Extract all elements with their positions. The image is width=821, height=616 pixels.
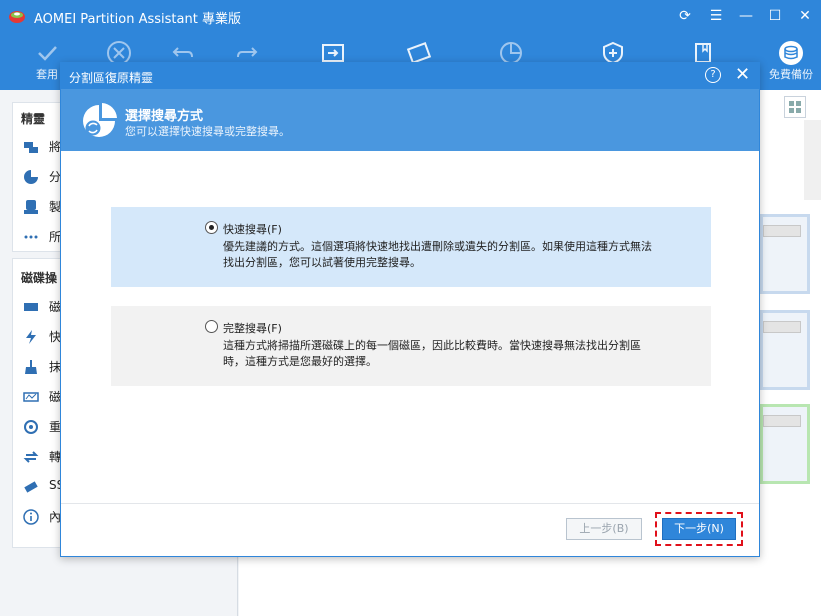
pie-icon [24, 170, 38, 184]
quick-search-radio[interactable] [205, 221, 218, 234]
check-icon [38, 46, 57, 61]
disk-card-2[interactable] [760, 310, 810, 390]
partition-recovery-icon [83, 103, 117, 137]
rebuild-icon [24, 420, 38, 434]
title-bar: AOMEI Partition Assistant 專業版 ⟳ ☰ — ☐ ✕ [0, 0, 821, 32]
app-logo-icon [9, 11, 25, 23]
full-search-label: 完整搜尋(F) [223, 322, 282, 335]
free-backup-button[interactable]: 免費備份 [762, 36, 820, 86]
brush-icon [25, 360, 37, 374]
full-search-radio[interactable] [205, 320, 218, 333]
disk-icon [24, 303, 38, 311]
more-icon [24, 235, 38, 239]
step-subtitle: 您可以選擇快速搜尋或完整搜尋。 [125, 125, 290, 138]
convert-icon [23, 451, 39, 463]
full-search-description: 這種方式將掃描所選磁碟上的每一個磁區，因此比較費時。當快速搜尋無法找出分割區時，… [223, 339, 641, 368]
quick-search-option[interactable]: 快速搜尋(F) 優先建議的方式。這個選項將快速地找出遭刪除或遺失的分割區。如果使… [111, 207, 711, 287]
disk-card-1[interactable] [760, 214, 810, 294]
disk-copy-icon [24, 142, 38, 153]
dialog-close-button[interactable]: ✕ [735, 65, 750, 85]
disk-wave-icon [23, 392, 39, 402]
previous-button[interactable]: 上一步(B) [566, 518, 642, 540]
quick-search-label: 快速搜尋(F) [223, 223, 282, 236]
grid-icon [789, 101, 801, 113]
usb-icon [24, 200, 38, 214]
dialog-header: 選擇搜尋方式 您可以選擇快速搜尋或完整搜尋。 [61, 89, 759, 151]
partition-recovery-dialog: 分割區復原精靈 ? ✕ 選擇搜尋方式 您可以選擇快速搜尋或完整搜尋。 快速搜尋(… [60, 62, 760, 557]
app-title: AOMEI Partition Assistant 專業版 [34, 12, 241, 27]
info-icon [23, 509, 39, 525]
menu-icon[interactable]: ☰ [706, 6, 726, 26]
refresh-icon[interactable]: ⟳ [675, 6, 695, 26]
lightning-icon [26, 330, 36, 344]
disk-ops-section-title: 磁碟操 [21, 271, 58, 285]
minimize-button[interactable]: — [736, 6, 756, 26]
full-search-option[interactable]: 完整搜尋(F) 這種方式將掃描所選磁碟上的每一個磁區，因此比較費時。當快速搜尋無… [111, 306, 711, 386]
view-toggle-button[interactable] [784, 96, 806, 118]
dialog-title-bar: 分割區復原精靈 ? ✕ [61, 63, 759, 89]
vertical-scrollbar[interactable] [804, 120, 821, 200]
dialog-title: 分割區復原精靈 [69, 71, 154, 85]
footer-divider [61, 503, 759, 504]
maximize-button[interactable]: ☐ [765, 6, 785, 26]
wizard-section-title: 精靈 [21, 112, 46, 126]
disk-card-3[interactable] [760, 404, 810, 484]
next-button[interactable]: 下一步(N) [662, 518, 736, 540]
ssd-eraser-icon [24, 481, 38, 493]
help-icon[interactable]: ? [705, 67, 721, 83]
quick-search-description: 優先建議的方式。這個選項將快速地找出遭刪除或遺失的分割區。如果使用這種方式無法找… [223, 240, 652, 269]
step-title: 選擇搜尋方式 [125, 109, 204, 124]
database-icon [779, 41, 803, 65]
close-button[interactable]: ✕ [795, 6, 815, 26]
